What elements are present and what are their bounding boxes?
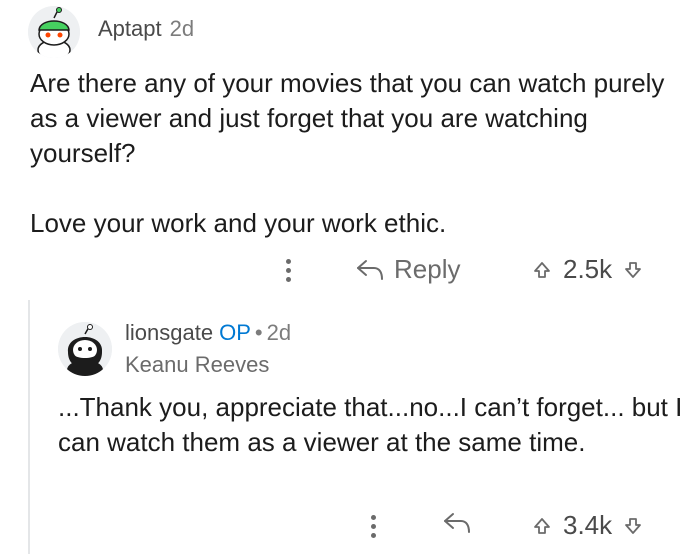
vote-group: 2.5k bbox=[533, 254, 642, 285]
dot-icon bbox=[370, 532, 376, 538]
reply-meta: lionsgate OP • 2d bbox=[125, 320, 291, 346]
vote-score: 3.4k bbox=[563, 510, 613, 540]
reply-actions: 3.4k bbox=[0, 504, 700, 544]
vote-group: 3.4k bbox=[533, 510, 642, 541]
dot-icon bbox=[285, 258, 291, 264]
reply-arrow-icon bbox=[357, 259, 383, 280]
downvote-icon[interactable] bbox=[624, 517, 642, 535]
reply-label: Reply bbox=[394, 254, 461, 284]
timestamp: 2d bbox=[169, 16, 195, 41]
bearded-avatar-icon bbox=[58, 322, 112, 376]
reply-button[interactable]: Reply bbox=[356, 254, 460, 285]
comment: Aptapt 2d Are there any of your movies th… bbox=[0, 0, 700, 300]
comment-paragraph: Love your work and your work ethic. bbox=[30, 208, 447, 238]
more-options-button[interactable] bbox=[363, 508, 383, 544]
comment-paragraph: Are there any of your movies that you ca… bbox=[30, 68, 665, 168]
user-avatar[interactable] bbox=[58, 322, 112, 376]
dot-icon bbox=[285, 276, 291, 282]
username[interactable]: Aptapt bbox=[98, 16, 162, 41]
reply-body: ...Thank you, appreciate that...no...I c… bbox=[58, 392, 683, 457]
dot-icon bbox=[370, 514, 376, 520]
more-options-button[interactable] bbox=[278, 252, 298, 288]
downvote-icon[interactable] bbox=[624, 261, 642, 279]
upvote-icon[interactable] bbox=[533, 517, 551, 535]
comment-meta: Aptapt 2d bbox=[98, 16, 194, 42]
vote-score: 2.5k bbox=[563, 254, 613, 284]
snoo-avatar-icon bbox=[28, 6, 80, 58]
upvote-icon[interactable] bbox=[533, 261, 551, 279]
user-avatar[interactable] bbox=[28, 6, 80, 58]
reply-arrow-icon bbox=[444, 513, 470, 533]
comment-body: Are there any of your movies that you ca… bbox=[30, 66, 680, 241]
dot-icon bbox=[370, 523, 376, 529]
separator: • bbox=[254, 320, 263, 345]
username[interactable]: lionsgate bbox=[125, 320, 213, 345]
user-flair: Keanu Reeves bbox=[125, 352, 270, 377]
reply-button[interactable] bbox=[443, 512, 471, 534]
comment-actions: Reply 2.5k bbox=[0, 250, 700, 290]
op-badge: OP bbox=[219, 320, 251, 345]
dot-icon bbox=[285, 267, 291, 273]
timestamp: 2d bbox=[266, 320, 292, 345]
